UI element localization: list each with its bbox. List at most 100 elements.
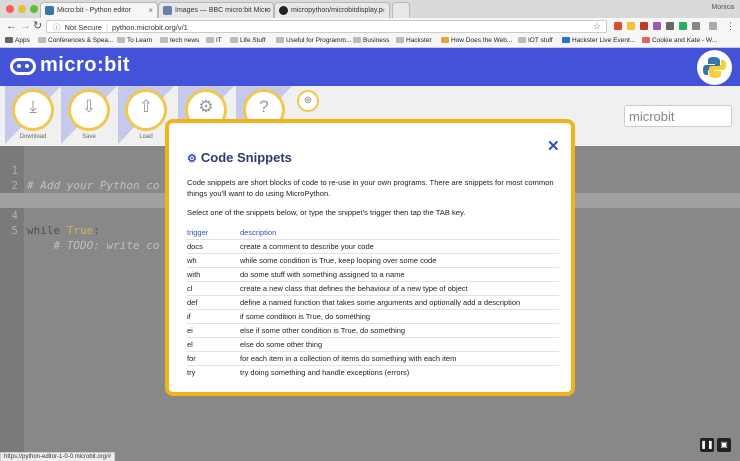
info-icon[interactable]: ⓘ [53, 23, 61, 32]
folder-icon [276, 37, 284, 43]
snippet-description: else do some other thing [240, 336, 559, 351]
python-logo-icon [697, 50, 732, 85]
folder-icon [38, 37, 46, 43]
close-window-icon[interactable] [6, 5, 14, 13]
download-button[interactable]: ⤓ Download [5, 86, 61, 144]
close-modal-button[interactable]: ✕ [547, 137, 560, 155]
download-label: Download [19, 134, 47, 140]
snippet-row-for[interactable]: for for each item in a collection of item… [187, 350, 559, 365]
bookmark-item[interactable]: Cookie and Kate - W... [642, 37, 717, 44]
bookmark-item[interactable]: To Learn [117, 37, 152, 44]
folder-icon [518, 37, 526, 43]
code-text: while True: [27, 224, 100, 237]
browser-tab-python-editor[interactable]: Micro:bit - Python editor × [40, 2, 158, 18]
bookmark-item[interactable]: IT [206, 37, 222, 44]
zoom-in-button[interactable]: ⊕ [297, 90, 319, 112]
bookmark-item[interactable]: Useful for Programm... [276, 37, 351, 44]
page-favicon-icon [163, 6, 172, 15]
menu-dots-icon[interactable]: ⋮ [726, 20, 735, 33]
snippet-row-wh[interactable]: wh while some condition is True, keep loo… [187, 252, 559, 267]
close-tab-icon[interactable]: × [148, 6, 153, 15]
snippet-trigger: for [187, 350, 240, 365]
bookmarks-bar: Apps Conferences & Spea... To Learn tech… [0, 35, 740, 48]
bookmark-item[interactable]: How Does the Web... [441, 37, 512, 44]
folder-icon [117, 37, 125, 43]
bookmark-favicon-icon [642, 37, 650, 43]
forward-arrow-icon[interactable]: → [20, 20, 31, 33]
browser-tab-images[interactable]: Images — BBC micro:bit Micro × [158, 2, 274, 18]
snippet-trigger: cl [187, 280, 240, 295]
bookmark-item[interactable]: Hackster Live Event... [562, 37, 635, 44]
save-button[interactable]: ⇩ Save [61, 86, 117, 144]
description-column-header: description [240, 228, 277, 238]
search-input[interactable]: microbit [624, 105, 732, 127]
extension-icon[interactable] [614, 22, 622, 30]
snippet-row-ei[interactable]: ei else if some other condition is True, … [187, 322, 559, 337]
reload-icon[interactable]: ↻ [33, 20, 42, 33]
snippet-row-el[interactable]: el else do some other thing [187, 336, 559, 351]
pause-icon[interactable]: ❚❚ [700, 438, 714, 452]
snippet-trigger: ei [187, 322, 240, 337]
code-text: # TODO: write co [27, 239, 160, 252]
url-text: python.microbit.org/v/1 [111, 23, 188, 32]
close-tab-icon[interactable]: × [380, 6, 385, 15]
extension-icon[interactable] [640, 22, 648, 30]
save-label: Save [82, 134, 96, 140]
maximize-window-icon[interactable] [30, 5, 38, 13]
minimize-window-icon[interactable] [18, 5, 26, 13]
snippet-trigger: if [187, 308, 240, 323]
python-favicon-icon [45, 6, 54, 15]
bookmark-favicon-icon [562, 37, 570, 43]
folder-icon [230, 37, 238, 43]
apps-grid-icon [5, 37, 13, 43]
folder-icon [160, 37, 168, 43]
extension-icon[interactable] [653, 22, 661, 30]
snippet-description: else if some other condition is True, do… [240, 322, 559, 337]
snippet-trigger: with [187, 266, 240, 281]
extension-icon[interactable] [627, 22, 635, 30]
url-separator: | [106, 23, 108, 32]
code-snippets-modal: ✕ ⚙ Code Snippets Code snippets are short… [165, 119, 575, 396]
snippet-description: do some stuff with something assigned to… [240, 266, 559, 281]
snippet-row-def[interactable]: def define a named function that takes so… [187, 294, 559, 309]
tab-title: Images — BBC micro:bit Micro [175, 7, 271, 14]
snippet-trigger: docs [187, 238, 240, 253]
bookmark-star-icon[interactable]: ☆ [593, 21, 601, 32]
back-arrow-icon[interactable]: ← [6, 20, 17, 33]
bookmark-item[interactable]: IOT stuff [518, 37, 553, 44]
folder-icon [353, 37, 361, 43]
new-tab-button[interactable] [392, 2, 410, 18]
modal-title-text: Code Snippets [200, 150, 292, 165]
bookmark-item[interactable]: Life Stuff [230, 37, 266, 44]
fullscreen-icon[interactable]: ▣ [717, 438, 731, 452]
security-label: Not Secure [64, 23, 103, 32]
link-status-url: https://python-editor-1-0-0.microbit.org… [0, 452, 116, 461]
snippet-row-docs[interactable]: docs create a comment to describe your co… [187, 238, 559, 253]
save-icon: ⇩ [81, 97, 97, 116]
snippet-description: create a comment to describe your code [240, 238, 559, 253]
profile-name[interactable]: Monica [711, 4, 734, 11]
extension-icon[interactable] [709, 22, 717, 30]
snippet-trigger: wh [187, 252, 240, 267]
logo-eye [25, 64, 29, 68]
bookmark-apps[interactable]: Apps [5, 37, 30, 44]
browser-tab-github[interactable]: micropython/microbitdisplay.p × [274, 2, 390, 18]
microbit-logo-icon [10, 58, 36, 75]
bookmark-item[interactable]: Hackster [396, 37, 432, 44]
snippets-gear-icon: ⚙ [198, 97, 214, 116]
trigger-column-header: trigger [187, 228, 209, 238]
snippet-row-try[interactable]: try try doing something and handle except… [187, 364, 559, 379]
bookmark-item[interactable]: tech news [160, 37, 199, 44]
extension-icon[interactable] [692, 22, 700, 30]
close-tab-icon[interactable]: × [264, 6, 269, 15]
snippet-row-with[interactable]: with do some stuff with something assigne… [187, 266, 559, 281]
address-bar[interactable]: ⓘ Not Secure | python.microbit.org/v/1 ☆ [46, 20, 607, 33]
snippet-row-if[interactable]: if if some condition is True, do somethin… [187, 308, 559, 323]
extension-icon[interactable] [666, 22, 674, 30]
tab-title: Micro:bit - Python editor [57, 7, 131, 14]
bookmark-item[interactable]: Conferences & Spea... [38, 37, 113, 44]
snippet-row-cl[interactable]: cl create a new class that defines the be… [187, 280, 559, 295]
help-icon: ? [259, 97, 269, 116]
extension-icon[interactable] [679, 22, 687, 30]
bookmark-item[interactable]: Business [353, 37, 389, 44]
